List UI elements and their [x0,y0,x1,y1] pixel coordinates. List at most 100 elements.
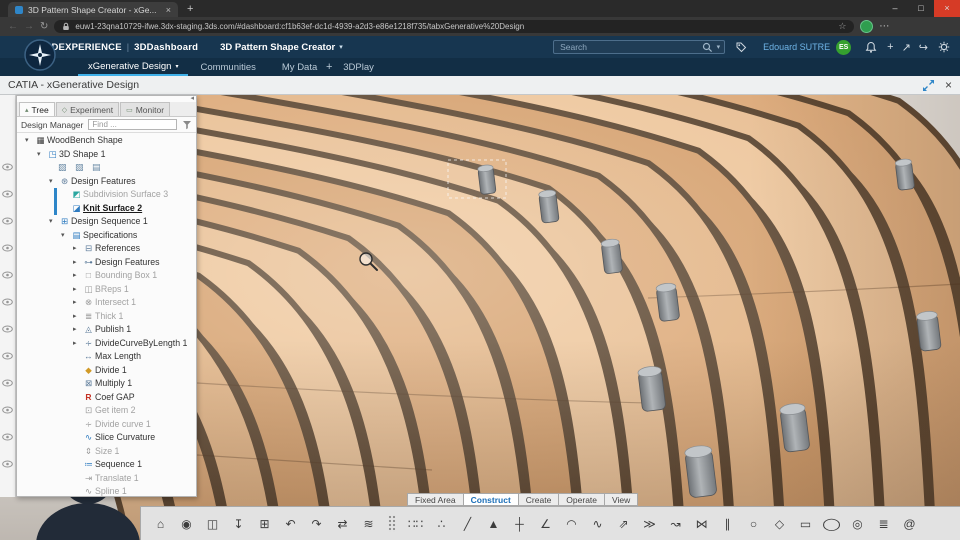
tree-expander[interactable]: ▾ [49,215,58,229]
search-icon[interactable] [702,42,713,53]
redo-icon[interactable]: ↷ [305,512,328,535]
add-platform-tab-button[interactable]: + [318,58,340,76]
toolbar-drag-handle[interactable] [388,515,396,532]
circle-icon[interactable]: ○ [742,512,765,535]
eye-icon[interactable] [2,298,13,306]
tree-expander[interactable]: ▸ [73,310,82,324]
plane-icon[interactable]: ▲ [482,512,505,535]
notifications-bell-icon[interactable] [863,39,879,55]
expand-window-icon[interactable] [922,79,935,92]
add-content-icon[interactable]: + [887,41,893,53]
spline-icon[interactable]: ∿ [586,512,609,535]
search-input[interactable] [558,41,698,53]
tree-row[interactable]: ▸ ◬ Publish 1 [17,323,196,337]
polygon-icon[interactable]: ◇ [768,512,791,535]
eye-icon[interactable] [2,460,13,468]
search-box[interactable]: ▾ [553,40,726,54]
forward-icon[interactable]: → [24,21,34,32]
panel-grip[interactable]: ◂ [17,95,196,102]
reply-icon[interactable]: ↪ [919,41,928,54]
browser-menu-icon[interactable]: ⋯ [879,21,889,32]
mode-tab[interactable]: View [604,493,639,506]
find-input[interactable] [88,119,177,130]
tree-expander[interactable]: ▸ [73,269,82,283]
panel-tab[interactable]: ◇ Experiment [55,102,120,116]
arc-icon[interactable]: ◠ [560,512,583,535]
tree-expander[interactable]: ▸ [73,256,82,270]
tree-row[interactable]: ◆ Divide 1 [17,364,196,378]
paste-icon[interactable]: ⊞ [253,512,276,535]
tree-row[interactable]: ▨ ▧ ▤ [17,161,196,175]
sweep-icon[interactable]: ↝ [664,512,687,535]
tree-row[interactable]: ▾ ⊛ Design Features [17,175,196,189]
user-avatar[interactable]: ES [836,39,852,55]
tree-row[interactable]: ⊠ Multiply 1 [17,377,196,391]
tab-close-icon[interactable]: × [166,5,171,15]
mode-tab[interactable]: Create [517,493,560,506]
tree-row[interactable]: ▸ ⊟ References [17,242,196,256]
offset-icon[interactable]: ≫ [638,512,661,535]
tree-row[interactable]: ▾ ▦ WoodBench Shape [17,134,196,148]
eye-icon[interactable] [2,352,13,360]
window-close-button[interactable]: × [934,0,960,17]
tree-expander[interactable]: ▾ [25,134,34,148]
save-icon[interactable]: ◫ [201,512,224,535]
corner-icon[interactable]: ∠ [534,512,557,535]
mode-tab[interactable]: Construct [462,493,519,506]
filter-funnel-icon[interactable] [182,120,192,130]
tree-expander[interactable]: ▾ [37,148,46,162]
points-icon[interactable]: ∴ [430,512,453,535]
tree-row[interactable]: ◩ Subdivision Surface 3 [17,188,196,202]
rectangle-icon[interactable]: ▭ [794,512,817,535]
compass-badge[interactable] [24,39,56,71]
mode-tab[interactable]: Operate [558,493,606,506]
mode-tab[interactable]: Fixed Area [407,493,464,506]
tree-row[interactable]: ⇕ Size 1 [17,445,196,459]
close-app-icon[interactable]: × [945,78,952,92]
tree-row[interactable]: ▾ ⊞ Design Sequence 1 [17,215,196,229]
user-block[interactable]: Edouard SUTRE ES [763,39,852,55]
tree-expander[interactable]: ▸ [73,296,82,310]
tree-row[interactable]: ↔ Max Length [17,350,196,364]
browser-tab[interactable]: 3D Pattern Shape Creator - xGe... × [8,2,178,17]
export-icon[interactable]: ↧ [227,512,250,535]
tree-row[interactable]: ⇥ Translate 1 [17,472,196,486]
new-tab-button[interactable]: + [187,2,193,17]
coil-icon[interactable]: ≣ [872,512,895,535]
platform-brand[interactable]: 3DEXPERIENCE | 3DDashboard [46,42,198,53]
tree-row[interactable]: ∿ Spline 1 [17,485,196,496]
tree-expander[interactable]: ▾ [61,229,70,243]
browser-profile-avatar[interactable] [860,20,874,33]
reload-icon[interactable]: ↻ [40,21,48,32]
tree-expander[interactable]: ▸ [73,337,82,351]
tag-icon[interactable] [733,39,749,55]
tree-row[interactable]: R Coef GAP [17,391,196,405]
blend-icon[interactable]: ⋈ [690,512,713,535]
tree-expander[interactable]: ▸ [73,242,82,256]
tree-row[interactable]: ▾ ◳ 3D Shape 1 [17,148,196,162]
tree-row[interactable]: ∻ Divide curve 1 [17,418,196,432]
share-icon[interactable]: ↗ [902,41,911,54]
spiral-icon[interactable]: @ [898,512,921,535]
eye-icon[interactable] [2,244,13,252]
eye-icon[interactable] [2,163,13,171]
eye-icon[interactable] [2,217,13,225]
window-maximize-button[interactable]: □ [908,0,934,17]
extrude-icon[interactable]: ⇗ [612,512,635,535]
panel-tab[interactable]: ▭ Monitor [120,102,171,116]
window-minimize-button[interactable]: – [882,0,908,17]
eye-icon[interactable] [2,379,13,387]
tree-expander[interactable]: ▸ [73,323,82,337]
line-icon[interactable]: ╱ [456,512,479,535]
panel-collapse-button[interactable]: ◂ [190,95,194,102]
eye-icon[interactable] [2,406,13,414]
ellipse-icon[interactable]: ◯ [815,512,847,535]
tree-row[interactable]: ▸ ⊗ Intersect 1 [17,296,196,310]
tree-expander[interactable]: ▸ [73,283,82,297]
tree-row[interactable]: ▸ ◫ BReps 1 [17,283,196,297]
tree-row[interactable]: ◪ Knit Surface 2 [17,201,196,216]
tree-row[interactable]: ▸ ≣ Thick 1 [17,310,196,324]
undo-icon[interactable]: ↶ [279,512,302,535]
snap-grid-icon[interactable]: ∷∷ [404,512,427,535]
platform-tab[interactable]: xGenerative Design ▾ [78,58,189,76]
